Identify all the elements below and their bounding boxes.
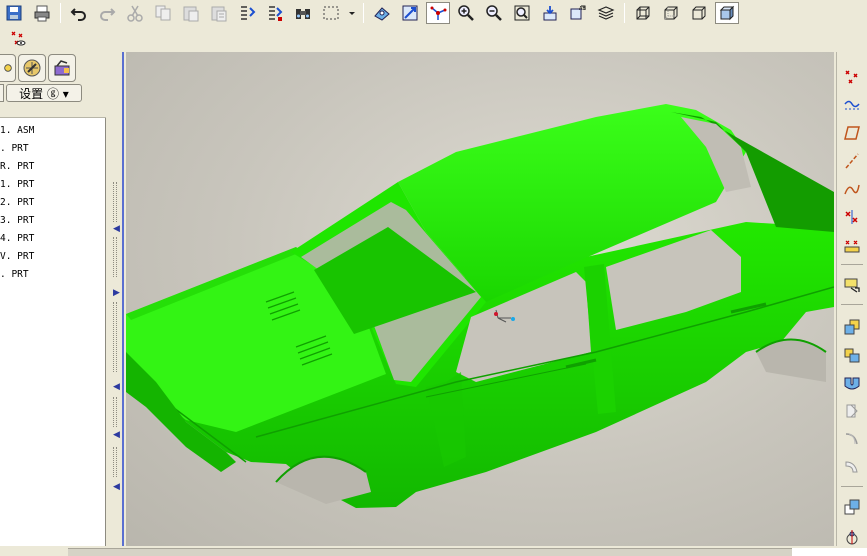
datum-axis-icon[interactable] xyxy=(841,150,863,172)
tree-item[interactable]: 1. PRT xyxy=(0,176,105,194)
view-manager-icon[interactable]: AB xyxy=(566,2,590,24)
copy-feature-icon[interactable] xyxy=(841,316,863,338)
layers-icon[interactable] xyxy=(594,2,618,24)
regenerate-manager-icon[interactable] xyxy=(263,2,287,24)
zoom-in-icon[interactable] xyxy=(454,2,478,24)
named-view-icon[interactable] xyxy=(370,2,394,24)
datum-point-icon[interactable] xyxy=(841,66,863,88)
select-box-icon[interactable] xyxy=(319,2,343,24)
copy-icon[interactable] xyxy=(151,2,175,24)
settings-button[interactable]: 设置 ⓖ ▾ xyxy=(6,84,82,102)
collapse-arrow-icon[interactable]: ◀ xyxy=(113,482,120,492)
collapse-arrow-icon[interactable]: ◀ xyxy=(113,382,120,392)
left-edge-stub xyxy=(0,84,4,102)
tree-item-asm[interactable]: 1. ASM xyxy=(0,122,105,140)
spin-center-icon[interactable] xyxy=(426,2,450,24)
offset-icon[interactable] xyxy=(841,428,863,450)
redo-icon[interactable] xyxy=(95,2,119,24)
solidify-icon[interactable] xyxy=(841,496,863,518)
refit-icon[interactable] xyxy=(510,2,534,24)
zoom-out-icon[interactable] xyxy=(482,2,506,24)
cut-icon[interactable] xyxy=(123,2,147,24)
datum-curve-sketch-icon[interactable] xyxy=(841,94,863,116)
model-tree[interactable]: 1. ASM . PRT R. PRT 1. PRT 2. PRT 3. PRT… xyxy=(0,118,106,556)
panel-splitter[interactable]: ◀ ▶ ◀ ◀ ◀ xyxy=(110,52,126,546)
pattern-icon[interactable] xyxy=(841,526,863,548)
trim-icon[interactable] xyxy=(841,400,863,422)
tab-model-tree[interactable] xyxy=(0,54,16,82)
car-body-model[interactable] xyxy=(126,52,834,546)
datum-curve-icon[interactable] xyxy=(841,178,863,200)
datum-point-offset-icon[interactable] xyxy=(841,206,863,228)
orient-icon[interactable] xyxy=(398,2,422,24)
tree-item[interactable]: V. PRT xyxy=(0,248,105,266)
print-icon[interactable] xyxy=(30,2,54,24)
main-toolbar: AB xyxy=(0,0,867,52)
merge-icon[interactable] xyxy=(841,372,863,394)
regenerate-icon[interactable] xyxy=(235,2,259,24)
tree-item[interactable]: . PRT xyxy=(0,140,105,158)
undo-icon[interactable] xyxy=(67,2,91,24)
wireframe-icon[interactable] xyxy=(631,2,655,24)
analysis-icon[interactable] xyxy=(841,274,863,296)
save-icon[interactable] xyxy=(2,2,26,24)
repaint-icon[interactable] xyxy=(538,2,562,24)
feature-toolbar xyxy=(836,52,867,556)
app-window: { "colors": { "car_body": "#1fe600", "ca… xyxy=(0,0,867,556)
collapse-arrow-icon[interactable]: ◀ xyxy=(113,430,120,440)
expand-arrow-icon[interactable]: ▶ xyxy=(113,288,120,298)
hidden-line-icon[interactable] xyxy=(659,2,683,24)
shading-icon[interactable] xyxy=(715,2,739,24)
thicken-icon[interactable] xyxy=(841,456,863,478)
datum-point-display-icon[interactable] xyxy=(6,27,30,49)
find-icon[interactable] xyxy=(291,2,315,24)
tree-item[interactable]: 3. PRT xyxy=(0,212,105,230)
coordinate-system-icon[interactable] xyxy=(841,234,863,256)
graphics-viewport[interactable] xyxy=(126,52,834,546)
dropdown-arrow-icon[interactable] xyxy=(347,2,357,24)
tree-item[interactable]: . PRT xyxy=(0,266,105,284)
tree-column-header xyxy=(0,104,106,118)
paste-special-icon[interactable] xyxy=(207,2,231,24)
svg-text:AB: AB xyxy=(579,6,586,12)
no-hidden-icon[interactable] xyxy=(687,2,711,24)
tree-item[interactable]: 2. PRT xyxy=(0,194,105,212)
collapse-arrow-icon[interactable]: ◀ xyxy=(113,224,120,234)
tree-item[interactable]: R. PRT xyxy=(0,158,105,176)
tab-favorites[interactable] xyxy=(48,54,76,82)
datum-plane-icon[interactable] xyxy=(841,122,863,144)
model-tree-panel: 设置 ⓖ ▾ 1. ASM . PRT R. PRT 1. PRT 2. PRT… xyxy=(0,52,110,556)
mirror-icon[interactable] xyxy=(841,344,863,366)
paste-icon[interactable] xyxy=(179,2,203,24)
tree-item[interactable]: 4. PRT xyxy=(0,230,105,248)
status-bar xyxy=(0,546,867,556)
tab-folder-browser[interactable] xyxy=(18,54,46,82)
